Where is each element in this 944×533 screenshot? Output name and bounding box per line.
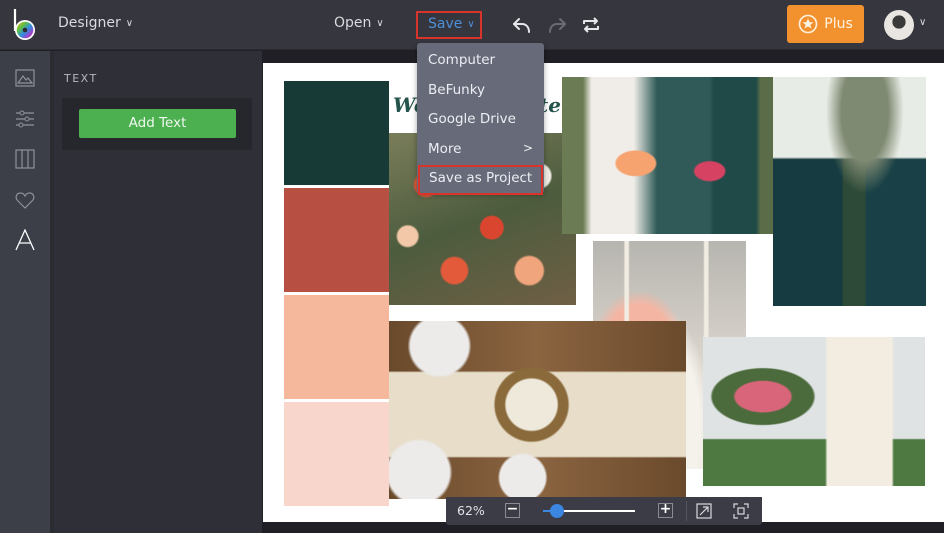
chevron-down-icon: ∨ [125,18,134,29]
add-text-button[interactable]: Add Text [79,109,236,138]
text-panel: TEXT Add Text [50,51,262,533]
user-avatar[interactable] [884,10,914,40]
menu-item-label: Computer [428,52,496,68]
minus-icon: − [506,501,519,517]
open-menu[interactable]: Open ∨ [334,15,384,31]
menu-item-label: BeFunky [428,81,486,98]
color-swatch-blush[interactable] [284,402,389,506]
fit-to-screen-icon[interactable] [696,503,712,519]
zoom-slider[interactable] [543,504,635,518]
menu-item-label: Google Drive [428,111,516,127]
menu-item-label: More [428,140,462,157]
divider [686,501,687,521]
zoom-percent: 62% [457,503,485,518]
photo-bridesmaids-under-tree[interactable] [773,77,926,306]
befunky-designer-app: Designer ∨ Open ∨ Save ∨ Plus ∨ TEXT Add… [0,0,944,533]
panel-title: TEXT [64,72,98,85]
save-as-project[interactable]: Save as Project [418,165,543,195]
photo-table-setting-with-cake[interactable] [389,321,686,499]
plus-label: Plus [824,16,853,32]
chevron-down-icon: ∨ [467,19,475,30]
sliders-icon[interactable] [14,108,36,130]
plus-upgrade-button[interactable]: Plus [787,5,864,43]
image-icon[interactable] [14,68,36,90]
columns-icon[interactable] [14,148,36,170]
zoom-bar: 62% − + [446,497,762,525]
color-swatch-peach[interactable] [284,295,389,399]
heart-icon[interactable] [14,189,36,211]
redo-icon[interactable] [545,13,569,37]
text-icon[interactable] [14,229,36,251]
plus-icon: + [659,501,672,517]
save-menu[interactable]: Save ∨ [416,11,482,39]
fullscreen-icon[interactable] [733,503,749,519]
color-swatch-dark-green[interactable] [284,81,389,185]
open-menu-label: Open [334,15,372,31]
swap-icon[interactable] [579,13,603,37]
color-swatch-terracotta[interactable] [284,188,389,292]
chevron-down-icon: ∨ [376,18,384,29]
chevron-down-icon[interactable]: ∨ [919,17,926,28]
zoom-in-button[interactable]: + [658,501,673,518]
save-to-computer[interactable]: Computer [417,47,544,77]
chevron-right-icon: > [522,140,533,155]
save-to-google-drive[interactable]: Google Drive [417,106,544,136]
zoom-slider-knob[interactable] [549,504,564,518]
photo-bride-and-bridesmaid[interactable] [562,77,773,234]
tool-rail [0,51,50,533]
save-menu-label: Save [428,16,463,32]
save-to-befunky[interactable]: BeFunky [417,77,544,107]
workspace: We te [262,51,944,533]
menu-item-label: Save as Project [429,170,533,186]
undo-icon[interactable] [510,13,534,37]
save-dropdown-menu: Computer BeFunky Google Drive More > Sav… [417,43,544,195]
add-text-card: Add Text [62,98,252,150]
designer-menu-label: Designer [58,15,121,31]
save-more-submenu[interactable]: More > [417,136,544,166]
photo-ceremony-arch[interactable] [703,337,925,486]
befunky-logo-icon[interactable] [12,7,38,41]
zoom-out-button[interactable]: − [505,501,520,518]
star-icon [798,14,818,34]
design-canvas[interactable]: We te [263,63,944,522]
designer-menu[interactable]: Designer ∨ [58,15,133,31]
